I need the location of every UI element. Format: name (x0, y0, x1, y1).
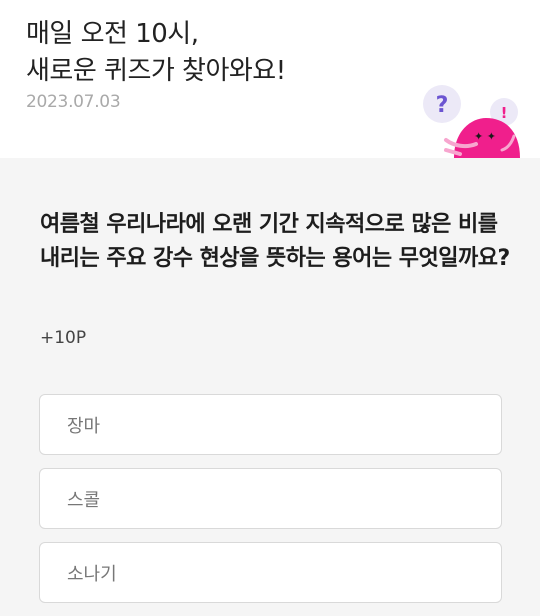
svg-text:✦ ✦: ✦ ✦ (474, 130, 496, 143)
answer-option-2[interactable]: 스콜 (39, 468, 502, 529)
answer-option-1[interactable]: 장마 (39, 394, 502, 455)
reward-points: +10P (40, 328, 87, 348)
quiz-mascot-icon: ? ! ✦ ✦ (423, 85, 520, 158)
mascot-question-mark: ? (436, 93, 449, 118)
answer-options: 장마 스콜 소나기 (39, 394, 502, 616)
quiz-header: 매일 오전 10시, 새로운 퀴즈가 찾아와요! 2023.07.03 ? ! … (0, 0, 540, 158)
mascot-exclamation: ! (501, 104, 508, 122)
headline: 매일 오전 10시, 새로운 퀴즈가 찾아와요! (26, 16, 286, 90)
quiz-question: 여름철 우리나라에 오랜 기간 지속적으로 많은 비를 내리는 주요 강수 현상… (40, 212, 510, 271)
headline-line-2: 새로운 퀴즈가 찾아와요! (26, 56, 286, 86)
quiz-date: 2023.07.03 (26, 92, 121, 112)
answer-option-3[interactable]: 소나기 (39, 542, 502, 603)
headline-line-1: 매일 오전 10시, (26, 19, 199, 49)
